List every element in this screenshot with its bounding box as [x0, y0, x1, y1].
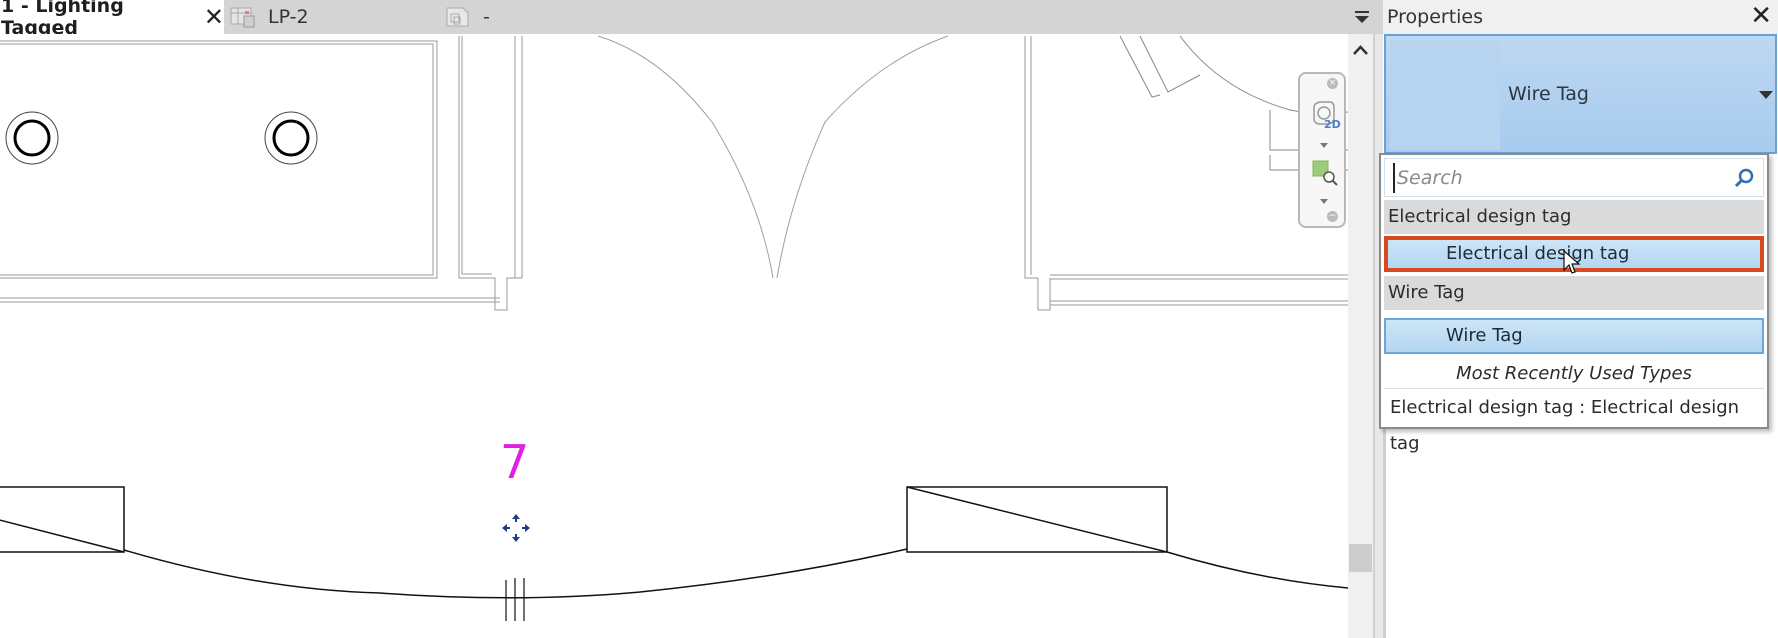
scrollbar-thumb[interactable] — [1349, 544, 1372, 572]
type-dropdown-list: Electrical design tag Electrical design … — [1379, 153, 1769, 454]
type-selector[interactable]: Wire Tag — [1384, 34, 1777, 154]
tab-label: - — [483, 6, 490, 28]
tab-list-menu-icon[interactable] — [1352, 8, 1372, 26]
floor-plan-drawing — [0, 35, 1348, 621]
walls — [0, 35, 1348, 311]
navbar-close-icon[interactable]: × — [1327, 78, 1338, 89]
wire-tag-number[interactable]: 7 — [500, 439, 529, 485]
wire — [1166, 551, 1348, 589]
lighting-fixture-rect[interactable] — [0, 486, 125, 553]
2d-label: 2D — [1324, 118, 1341, 131]
close-tab-icon[interactable]: ✕ — [204, 3, 224, 31]
chevron-down-icon[interactable] — [1319, 198, 1329, 206]
mru-item[interactable]: Electrical design tag : Electrical desig… — [1384, 390, 1764, 454]
tab-sheet[interactable]: - — [445, 0, 490, 34]
mru-header: Most Recently Used Types — [1384, 359, 1764, 389]
close-properties-icon[interactable]: ✕ — [1750, 2, 1772, 30]
search-input[interactable] — [1393, 163, 1723, 193]
vertical-scrollbar[interactable] — [1348, 34, 1373, 638]
light-fixture[interactable] — [5, 111, 59, 165]
type-option-electrical-design-tag[interactable]: Electrical design tag — [1384, 236, 1764, 272]
sheet-view-icon — [445, 6, 471, 28]
tab-lighting-tagged[interactable]: 1 - Lighting Tagged ✕ — [0, 0, 224, 39]
type-option-wire-tag[interactable]: Wire Tag — [1384, 318, 1764, 354]
move-handle-icon[interactable] — [500, 512, 532, 544]
drawing-canvas[interactable]: 7 × 2D − — [0, 34, 1348, 638]
search-field[interactable] — [1384, 158, 1764, 197]
2d-steering-wheel-icon[interactable]: 2D — [1310, 100, 1341, 134]
tab-lp-2[interactable]: LP-2 — [230, 0, 309, 34]
navigation-bar: × 2D − — [1298, 72, 1346, 228]
zoom-region-icon[interactable] — [1312, 160, 1338, 186]
scroll-up-icon[interactable] — [1352, 42, 1369, 56]
family-group-header: Wire Tag — [1384, 276, 1764, 310]
properties-title: Properties — [1387, 6, 1484, 28]
view-tab-bar: 1 - Lighting Tagged ✕ LP-2 - — [0, 0, 1383, 39]
type-selector-value: Wire Tag — [1508, 83, 1589, 105]
type-preview-image — [1390, 40, 1500, 150]
dropdown-arrow-icon[interactable] — [1759, 91, 1773, 99]
lighting-fixture-rect[interactable] — [906, 486, 1168, 553]
revit-window: 1 - Lighting Tagged ✕ LP-2 - 7 × 2D − Pr… — [0, 0, 1778, 638]
light-fixture[interactable] — [264, 111, 318, 165]
navbar-minimize-icon[interactable]: − — [1327, 211, 1338, 222]
panel-schedule-icon — [230, 6, 256, 28]
tab-label: LP-2 — [268, 6, 309, 28]
chevron-down-icon[interactable] — [1319, 142, 1329, 150]
family-group-header: Electrical design tag — [1384, 200, 1764, 234]
properties-header: Properties ✕ — [1383, 0, 1778, 34]
search-icon[interactable] — [1733, 167, 1755, 189]
